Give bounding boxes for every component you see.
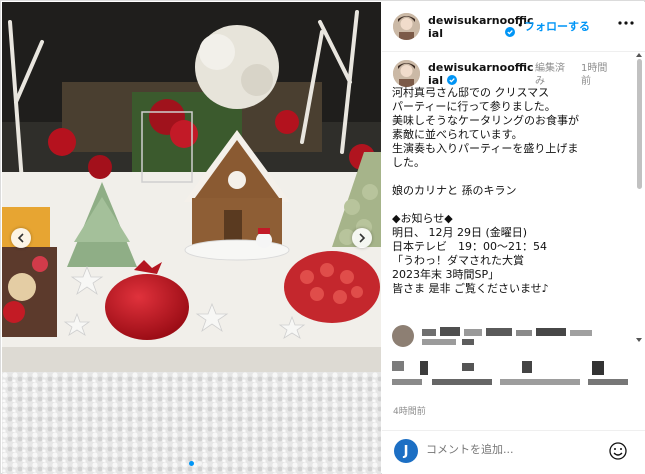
separator-dot: • [517,19,524,32]
carousel-dot-active [189,461,194,466]
carousel-dot [197,461,202,466]
carousel-dots [2,461,381,466]
scroll-thumb[interactable] [637,59,642,189]
more-options-icon[interactable] [616,16,636,30]
chevron-right-icon [359,233,366,243]
caption-avatar[interactable] [393,60,420,87]
edited-label: 編集済み [535,63,565,87]
comments-scroll-area[interactable]: dewisukarnooffic ial 編集済み 1時間前 河村真弓さん邸での… [382,53,645,428]
emoji-icon[interactable] [608,441,628,461]
username-text: dewisukarnooffic [428,61,534,74]
previous-photo-button[interactable] [11,228,31,248]
verified-badge-icon [446,75,457,85]
scroll-down-arrow-icon[interactable] [636,338,642,342]
post-sidebar: dewisukarnooffic ial • フォローする dewisukarn… [382,2,645,474]
verified-badge-icon [505,27,515,37]
username-text-cont: ial [428,27,443,40]
post-header: dewisukarnooffic ial • フォローする [382,2,645,52]
profile-avatar[interactable] [393,13,420,40]
caption-username-link[interactable]: dewisukarnooffic ial [428,61,534,87]
comment-footer: J [382,430,645,474]
carousel-dot [181,461,186,466]
avatar-image [393,60,420,87]
comments-scrollbar[interactable] [633,53,643,343]
scroll-up-arrow-icon[interactable] [636,53,642,57]
censored-comment-2 [392,359,632,393]
next-photo-button[interactable] [352,228,372,248]
instagram-post-window: dewisukarnooffic ial • フォローする dewisukarn… [0,0,645,474]
censored-comment [392,325,632,351]
comment-input[interactable] [426,443,586,456]
posted-ago[interactable]: 4時間前 [393,404,426,417]
christmas-buffet-image [2,2,381,474]
post-photo[interactable] [2,2,381,474]
post-caption: 河村真弓さん邸での クリスマス パーティーに行って参りました。 美味しそうなケー… [392,86,579,295]
follow-button[interactable]: フォローする [524,18,590,34]
username-link[interactable]: dewisukarnooffic ial [428,14,534,40]
chevron-left-icon [17,233,24,243]
current-user-avatar[interactable]: J [394,439,418,463]
avatar-image [393,13,420,40]
post-timestamp[interactable]: 1時間前 [581,62,621,88]
